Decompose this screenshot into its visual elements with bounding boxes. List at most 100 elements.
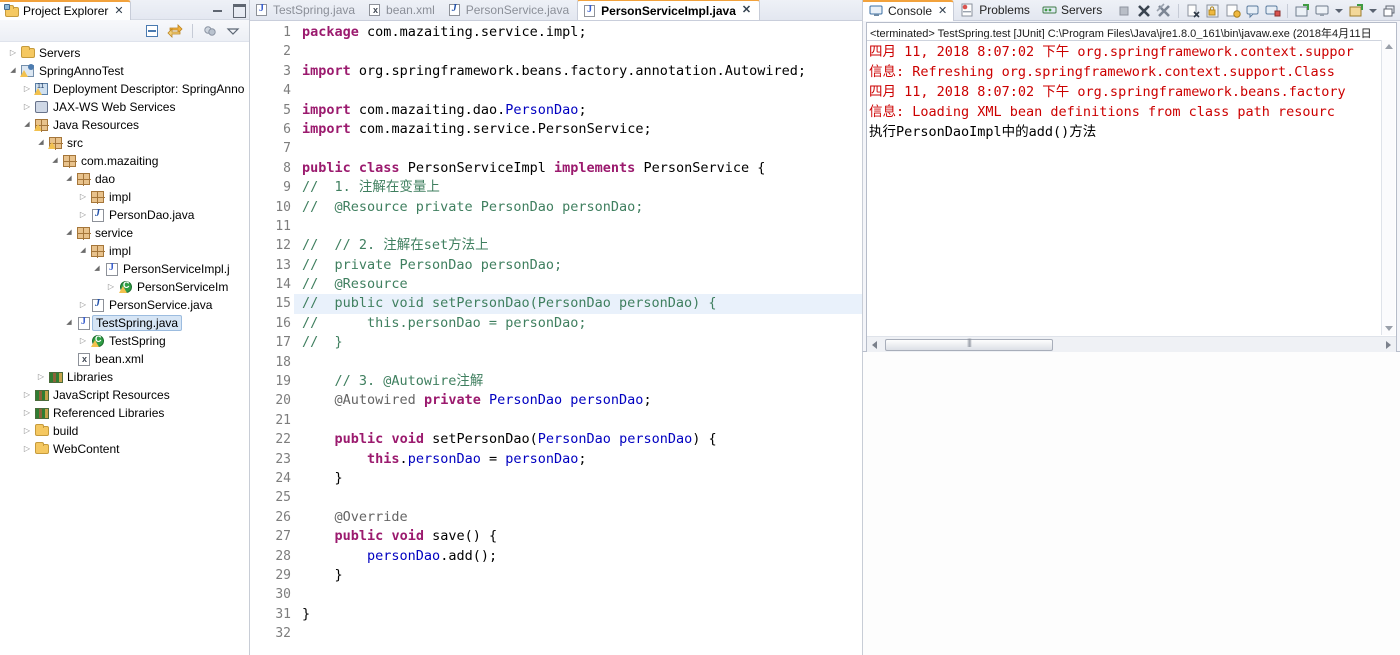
- chevron-down-icon[interactable]: ◢: [48, 152, 62, 170]
- code-line[interactable]: @Autowired private PersonDao personDao;: [294, 391, 862, 410]
- tree-item[interactable]: bean.xml: [0, 350, 249, 368]
- chevron-right-icon[interactable]: ▷: [76, 206, 90, 224]
- tree-item[interactable]: ◢ SpringAnnoTest: [0, 62, 249, 80]
- code-line[interactable]: [294, 42, 862, 61]
- code-line[interactable]: this.personDao = personDao;: [294, 450, 862, 469]
- source-code[interactable]: package com.mazaiting.service.impl; impo…: [294, 21, 862, 655]
- console-horizontal-scrollbar[interactable]: [867, 336, 1396, 352]
- code-line[interactable]: @Override: [294, 508, 862, 527]
- scroll-down-icon[interactable]: [1385, 326, 1393, 331]
- code-line[interactable]: public class PersonServiceImpl implement…: [294, 159, 862, 178]
- open-console-menu-icon[interactable]: [1348, 3, 1364, 19]
- chevron-right-icon[interactable]: ▷: [20, 98, 34, 116]
- tree-item[interactable]: ▷ Servers: [0, 44, 249, 62]
- close-icon[interactable]: ✕: [742, 5, 751, 16]
- tree-item[interactable]: ▷ Deployment Descriptor: SpringAnno: [0, 80, 249, 98]
- close-icon[interactable]: ✕: [938, 5, 947, 17]
- code-view[interactable]: 1 2 3 4 5 6 7 8 9 10 11 12 13 14 15 16 17 18 19 20 21 22 23 24 2…: [250, 21, 862, 655]
- tree-item[interactable]: ◢ dao: [0, 170, 249, 188]
- scroll-left-icon[interactable]: [872, 341, 877, 349]
- tree-item[interactable]: ◢ TestSpring.java: [0, 314, 249, 332]
- code-line[interactable]: // 1. 注解在变量上: [294, 178, 862, 197]
- tree-item[interactable]: ▷ PersonServiceIm: [0, 278, 249, 296]
- code-line[interactable]: [294, 139, 862, 158]
- pin-console-icon[interactable]: [1225, 3, 1241, 19]
- chevron-right-icon[interactable]: ▷: [104, 278, 118, 296]
- chevron-down-icon[interactable]: ◢: [76, 242, 90, 260]
- code-line[interactable]: public void save() {: [294, 527, 862, 546]
- tree-item[interactable]: ▷ WebContent: [0, 440, 249, 458]
- chevron-down-icon-2[interactable]: [1369, 8, 1377, 13]
- code-line[interactable]: }: [294, 566, 862, 585]
- code-line[interactable]: // }: [294, 333, 862, 352]
- console-tab[interactable]: Console ✕: [863, 0, 955, 21]
- terminate-icon[interactable]: [1116, 3, 1132, 19]
- code-line[interactable]: import org.springframework.beans.factory…: [294, 62, 862, 81]
- code-line[interactable]: }: [294, 605, 862, 624]
- tree-item[interactable]: ▷ JavaScript Resources: [0, 386, 249, 404]
- editor-tab[interactable]: TestSpring.java: [250, 0, 363, 20]
- view-menu-icon[interactable]: [225, 23, 241, 39]
- remove-launch-icon[interactable]: [1136, 3, 1152, 19]
- tab-project-explorer[interactable]: Project Explorer ✕: [0, 0, 131, 20]
- code-line[interactable]: [294, 624, 862, 643]
- chevron-right-icon[interactable]: ▷: [76, 188, 90, 206]
- view-menu-filter-icon[interactable]: [202, 23, 218, 39]
- remove-all-terminated-icon[interactable]: [1156, 2, 1172, 19]
- code-line[interactable]: import com.mazaiting.service.PersonServi…: [294, 120, 862, 139]
- open-console-icon[interactable]: [1265, 3, 1281, 19]
- chevron-right-icon[interactable]: ▷: [20, 386, 34, 404]
- chevron-right-icon[interactable]: ▷: [76, 332, 90, 350]
- chevron-down-icon[interactable]: ◢: [20, 116, 34, 134]
- code-line[interactable]: [294, 585, 862, 604]
- scrollbar-thumb[interactable]: [885, 339, 1053, 351]
- console-vertical-scrollbar[interactable]: [1381, 40, 1395, 335]
- tree-item[interactable]: ▷ PersonService.java: [0, 296, 249, 314]
- tree-item[interactable]: ◢ PersonServiceImpl.j: [0, 260, 249, 278]
- code-line[interactable]: // this.personDao = personDao;: [294, 314, 862, 333]
- chevron-down-icon[interactable]: ◢: [90, 260, 104, 278]
- tree-item[interactable]: ◢ Java Resources: [0, 116, 249, 134]
- code-line[interactable]: // private PersonDao personDao;: [294, 256, 862, 275]
- code-line[interactable]: [294, 411, 862, 430]
- editor-tab[interactable]: bean.xml: [363, 0, 443, 20]
- editor-tab[interactable]: PersonService.java: [443, 0, 577, 20]
- tree-item[interactable]: ▷ TestSpring: [0, 332, 249, 350]
- chevron-down-icon[interactable]: ◢: [34, 134, 48, 152]
- tree-item[interactable]: ▷ impl: [0, 188, 249, 206]
- chevron-down-icon[interactable]: ◢: [6, 62, 20, 80]
- console-output[interactable]: 四月 11, 2018 8:07:02 下午 org.springframewo…: [867, 40, 1381, 335]
- console-tab[interactable]: Servers: [1036, 0, 1108, 21]
- code-line[interactable]: // public void setPersonDao(PersonDao pe…: [294, 294, 862, 314]
- scroll-right-icon[interactable]: [1386, 341, 1391, 349]
- tree-item[interactable]: ▷ Referenced Libraries: [0, 404, 249, 422]
- chevron-right-icon[interactable]: ▷: [34, 368, 48, 386]
- close-icon[interactable]: ✕: [114, 5, 123, 17]
- chevron-right-icon[interactable]: ▷: [20, 440, 34, 458]
- display-selected-console-icon[interactable]: [1245, 3, 1261, 19]
- minimize-icon[interactable]: [211, 3, 224, 15]
- code-line[interactable]: // @Resource private PersonDao personDao…: [294, 198, 862, 217]
- console-tab[interactable]: Problems: [954, 0, 1036, 21]
- chevron-down-icon[interactable]: ◢: [62, 224, 76, 242]
- clear-console-icon[interactable]: [1185, 3, 1201, 19]
- scroll-lock-icon[interactable]: [1205, 3, 1221, 19]
- code-line[interactable]: personDao.add();: [294, 547, 862, 566]
- new-console-view-icon[interactable]: [1294, 3, 1310, 19]
- chevron-right-icon[interactable]: ▷: [20, 422, 34, 440]
- editor-tab[interactable]: PersonServiceImpl.java ✕: [577, 0, 761, 20]
- code-line[interactable]: import com.mazaiting.dao.PersonDao;: [294, 101, 862, 120]
- chevron-down-icon[interactable]: ◢: [62, 314, 76, 332]
- tree-item[interactable]: ◢ com.mazaiting: [0, 152, 249, 170]
- tree-item[interactable]: ▷ PersonDao.java: [0, 206, 249, 224]
- code-line[interactable]: }: [294, 469, 862, 488]
- chevron-right-icon[interactable]: ▷: [20, 404, 34, 422]
- code-line[interactable]: package com.mazaiting.service.impl;: [294, 23, 862, 42]
- tree-item[interactable]: ▷ Libraries: [0, 368, 249, 386]
- tree-item[interactable]: ◢ service: [0, 224, 249, 242]
- tree-item[interactable]: ▷ JAX-WS Web Services: [0, 98, 249, 116]
- project-tree[interactable]: ▷ Servers ◢ SpringAnnoTest ▷ Deployment Descr…: [0, 42, 249, 655]
- code-line[interactable]: // @Resource: [294, 275, 862, 294]
- tree-item[interactable]: ◢ impl: [0, 242, 249, 260]
- code-line[interactable]: // // 2. 注解在set方法上: [294, 236, 862, 255]
